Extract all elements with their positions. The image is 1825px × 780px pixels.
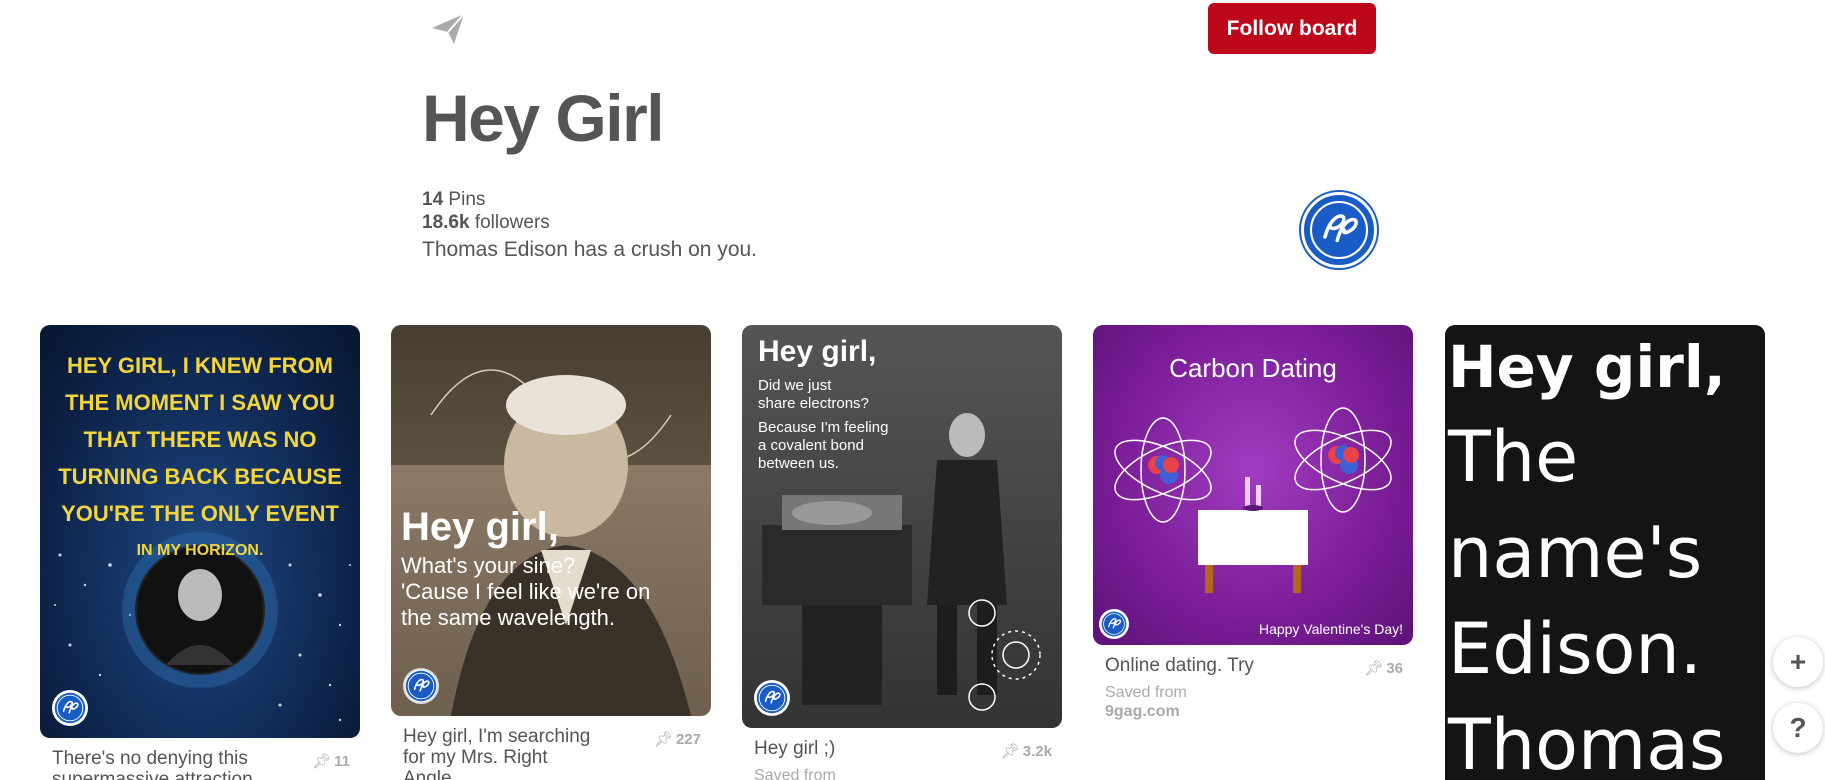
board-stats: 14 Pins 18.6k followers: [422, 188, 550, 234]
repin-count: 📌︎ 36: [1364, 660, 1403, 677]
pin-image-footer: Happy Valentine's Day!: [1258, 621, 1403, 637]
pin-caption: Hey girl, I'm searching for my Mrs. Righ…: [403, 726, 591, 780]
pin-image-text: What's your sine? 'Cause I feel like we'…: [401, 553, 651, 630]
saved-from-label: Saved from: [754, 767, 836, 780]
repin-count: 📌︎ 11: [312, 753, 350, 770]
pushpin-icon: 📌︎: [1364, 660, 1384, 677]
pin-image-title: Carbon Dating: [1169, 353, 1337, 383]
help-button[interactable]: ?: [1773, 703, 1823, 753]
ge-logo-icon: [1304, 195, 1374, 265]
saved-from-source[interactable]: 9gag.com: [1105, 702, 1401, 721]
pins-label: Pins: [448, 189, 486, 210]
pin-image: Hey girl, Did we just share electrons? B…: [742, 325, 1062, 728]
repin-count: 📌︎ 227: [653, 731, 701, 748]
pin-caption: Online dating. Try: [1105, 655, 1254, 676]
ge-badge-icon: [754, 680, 790, 716]
pin-image: HEY GIRL, I KNEW FROM THE MOMENT I SAW Y…: [40, 325, 360, 738]
pushpin-icon: 📌︎: [1000, 743, 1020, 760]
pin-card[interactable]: HEY GIRL, I KNEW FROM THE MOMENT I SAW Y…: [40, 325, 360, 780]
followers-label: followers: [474, 212, 550, 233]
pin-image-title: Hey girl,: [758, 335, 877, 368]
pin-image-text: HEY GIRL, I KNEW FROM THE MOMENT I SAW Y…: [58, 353, 342, 559]
pin-caption: There's no denying this supermassive att…: [52, 748, 269, 780]
repin-count: 📌︎ 3.2k: [1000, 743, 1052, 760]
pin-card[interactable]: Hey girl, The name's Edison. Thomas: [1445, 325, 1765, 780]
pin-image-title: Hey girl,: [401, 505, 559, 549]
pins-count: 14: [422, 189, 444, 210]
pin-image: Carbon Dating Happy Valentine's Day!: [1093, 325, 1413, 645]
add-pin-button[interactable]: +: [1773, 637, 1823, 687]
ge-badge-icon: [403, 668, 439, 704]
paper-plane-icon[interactable]: [428, 10, 468, 48]
pin-image: Hey girl, What's your sine? 'Cause I fee…: [391, 325, 711, 716]
pin-image-text: Did we just share electrons? Because I'm…: [758, 377, 889, 472]
pin-card[interactable]: Hey girl, What's your sine? 'Cause I fee…: [391, 325, 711, 780]
board-description: Thomas Edison has a crush on you.: [422, 238, 758, 261]
pushpin-icon: 📌︎: [653, 731, 673, 748]
pin-image: Hey girl, The name's Edison. Thomas: [1445, 325, 1765, 780]
saved-from-label: Saved from: [1105, 684, 1187, 701]
follow-board-button[interactable]: Follow board: [1208, 3, 1376, 54]
pushpin-icon: 📌︎: [312, 753, 332, 770]
ge-badge-icon: [1099, 609, 1129, 639]
pins-stat[interactable]: 14 Pins: [422, 188, 550, 211]
pin-card[interactable]: Carbon Dating Happy Valentine's Day! Onl…: [1093, 325, 1413, 721]
followers-stat[interactable]: 18.6k followers: [422, 211, 550, 234]
pin-card[interactable]: Hey girl, Did we just share electrons? B…: [742, 325, 1062, 780]
pin-caption: Hey girl ;): [754, 738, 836, 759]
ge-badge-icon: [52, 690, 88, 726]
pin-image-text: Hey girl, The name's Edison. Thomas: [1448, 333, 1726, 780]
followers-count: 18.6k: [422, 212, 470, 233]
board-title: Hey Girl: [422, 81, 665, 155]
board-owner-avatar[interactable]: [1301, 192, 1377, 268]
saved-from: Saved from 9gag.com: [1105, 683, 1401, 721]
